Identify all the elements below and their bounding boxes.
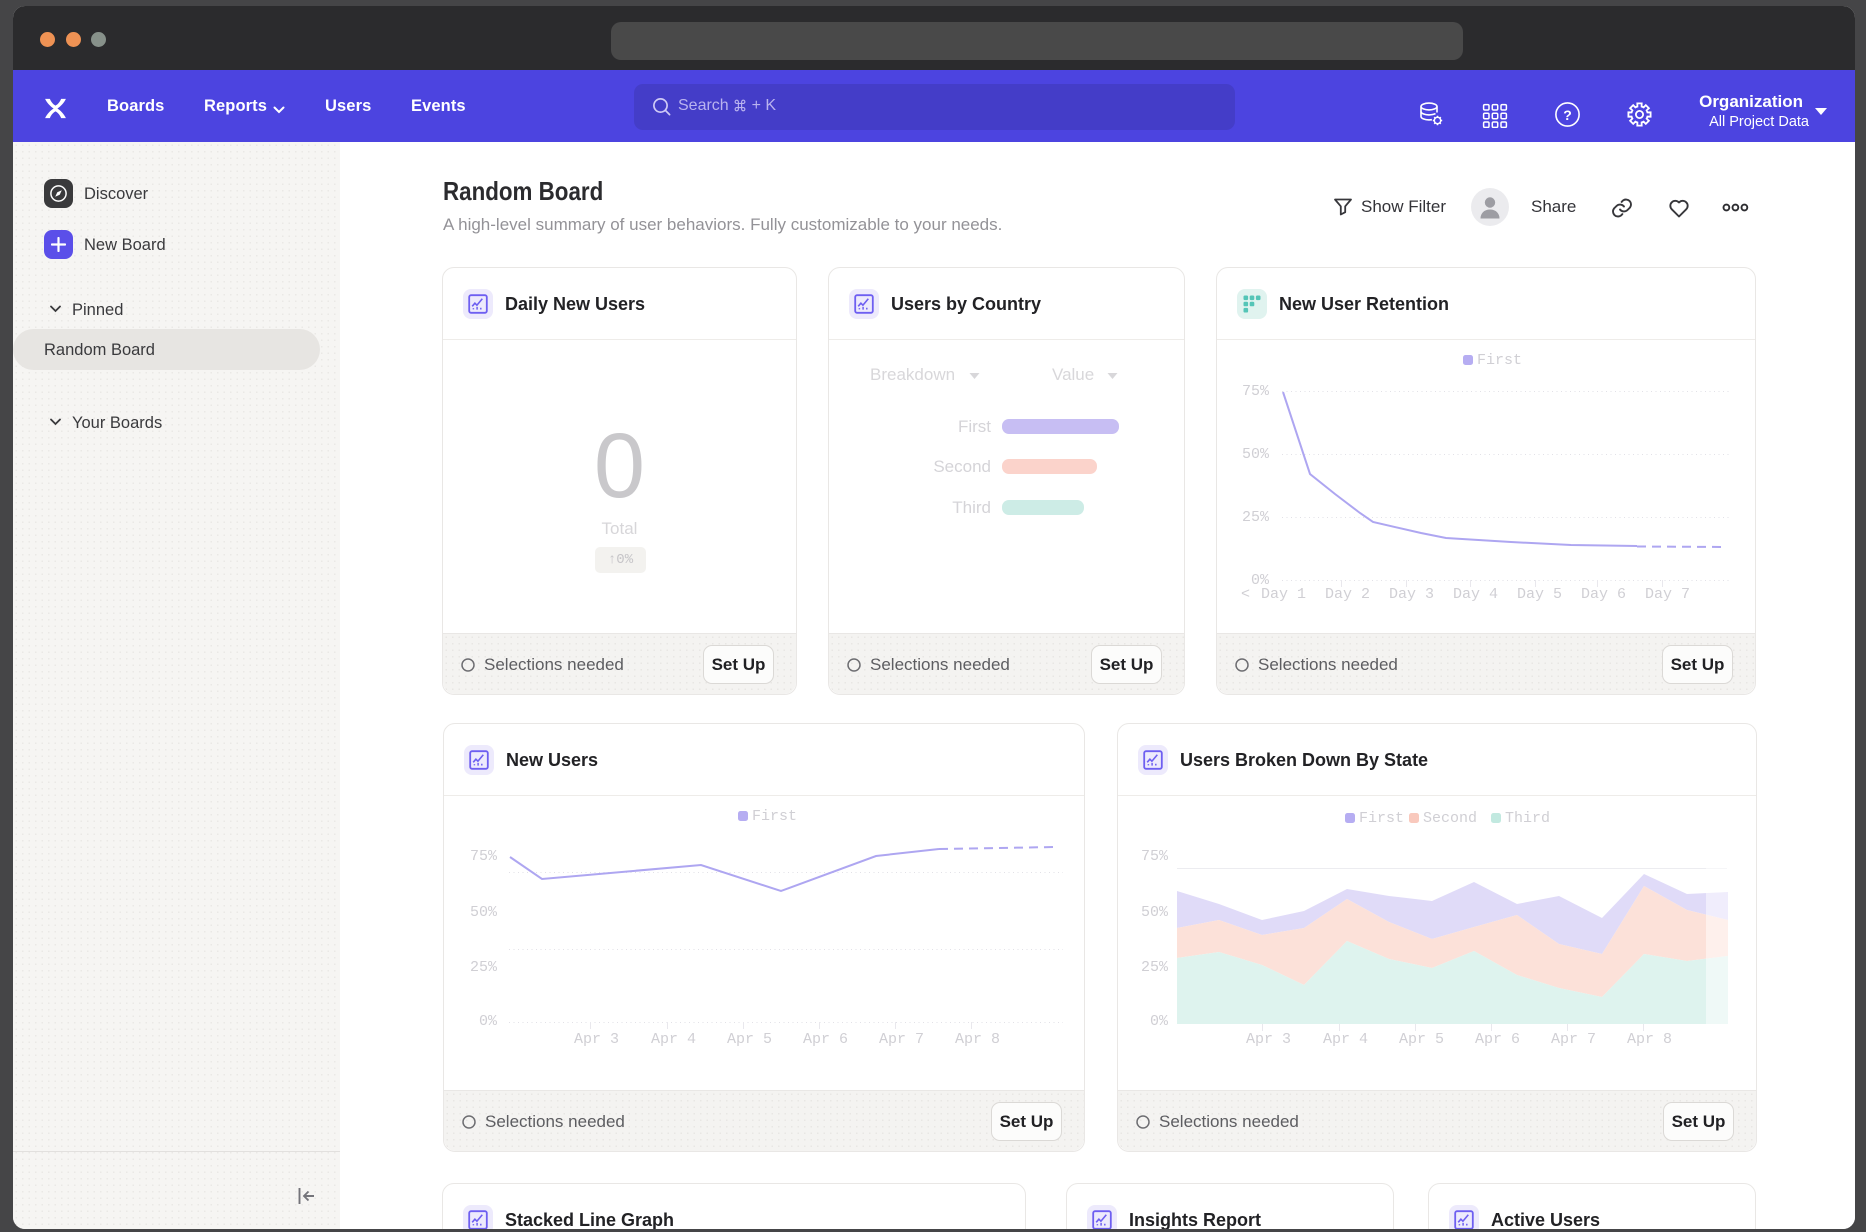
svg-text:?: ? [1563, 107, 1572, 123]
